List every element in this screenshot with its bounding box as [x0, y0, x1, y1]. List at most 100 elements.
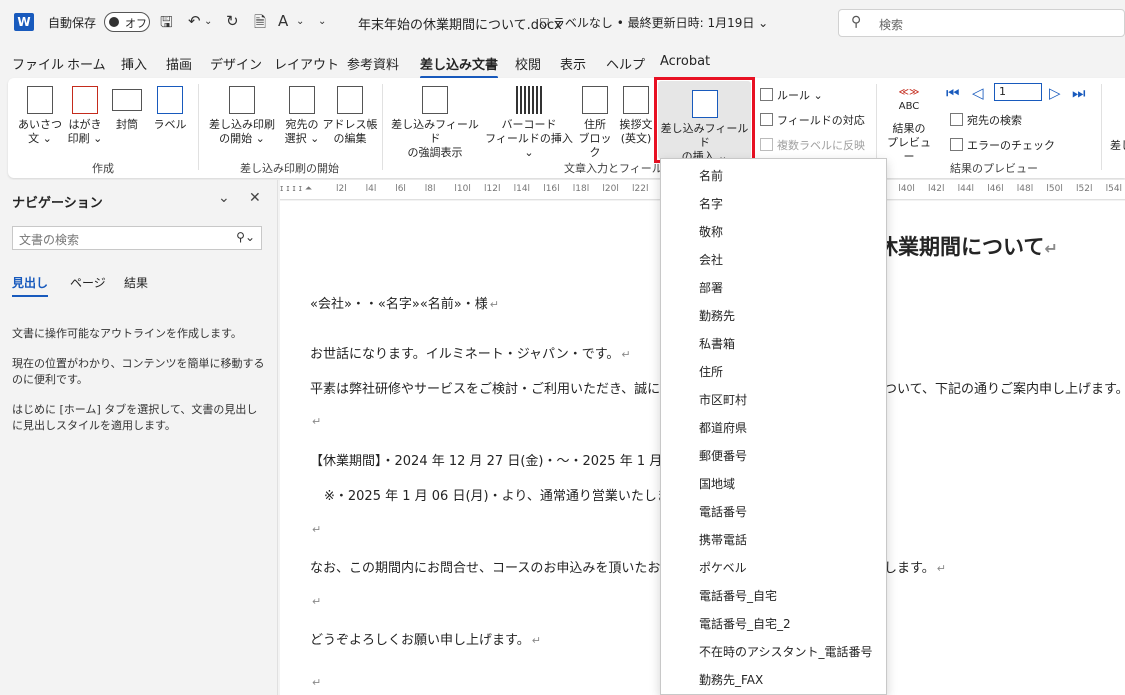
save-icon[interactable]: 🖫 [160, 12, 173, 37]
edit-recipient-list-button[interactable]: アドレス帳 の編集 [322, 86, 378, 146]
ruler-tick: l8l [424, 184, 436, 194]
previous-record-icon[interactable]: ◁ [972, 84, 984, 102]
merge-field-item[interactable]: 国地域 [699, 475, 735, 492]
tab-acrobat[interactable]: Acrobat [660, 54, 710, 69]
next-record-icon[interactable]: ▷ [1049, 84, 1061, 102]
tab-layout[interactable]: レイアウト [274, 54, 339, 73]
greeting-line-button[interactable]: 挨拶文 (英文) [614, 86, 658, 146]
tab-home[interactable]: ホーム [67, 54, 106, 73]
start-mail-merge-label: 差し込み印刷 の開始 ⌄ [209, 118, 275, 145]
record-number-input[interactable]: 1 [994, 83, 1042, 101]
navigation-title: ナビゲーション [12, 196, 103, 211]
doc-line-inquiry-end: します。 ↵ [884, 557, 946, 576]
merge-field-item[interactable]: 不在時のアシスタント_電話番号 [699, 643, 873, 660]
merge-field-item[interactable]: 名前 [699, 167, 723, 184]
tab-view[interactable]: 表示 [560, 54, 586, 73]
nav-tab-results[interactable]: 結果 [124, 274, 148, 291]
doc-line-resume: ※・2025 年 1 月 06 日(月)・より、通常通り営業いたします。↵ [324, 485, 706, 504]
undo-icon[interactable]: ↶ [188, 12, 201, 30]
merge-field-item[interactable]: 市区町村 [699, 391, 747, 408]
merge-field-item[interactable]: 会社 [699, 251, 723, 268]
tab-mailings[interactable]: 差し込み文書 [420, 54, 499, 79]
ruler-tick: l18l [572, 184, 590, 194]
document-title[interactable]: 年末年始の休業期間について.docx [358, 14, 562, 33]
address-block-label: 住所 ブロック [578, 118, 612, 159]
postcard-print-button[interactable]: はがき 印刷 ⌄ [64, 86, 106, 146]
doc-empty-line: ↵ [310, 594, 321, 609]
doc-empty-line: ↵ [310, 414, 321, 429]
font-color-dropdown-icon[interactable]: ⌄ [296, 16, 304, 27]
address-block-button[interactable]: 住所 ブロック [576, 86, 614, 160]
redo-icon[interactable]: ↻ [226, 12, 239, 30]
ruler-tick: l4l [365, 184, 377, 194]
merge-field-item[interactable]: 都道府県 [699, 419, 747, 436]
select-recipients-button[interactable]: 宛先の 選択 ⌄ [280, 86, 324, 146]
merge-field-item[interactable]: 名字 [699, 195, 723, 212]
doc-line-text: なお、この期間内にお問合せ、コースのお申込みを頂いたお客様に [310, 561, 700, 576]
envelope-label: 封筒 [116, 118, 138, 131]
finish-merge-partial[interactable]: 差し [1110, 137, 1125, 153]
envelope-button[interactable]: 封筒 [108, 86, 146, 132]
preview-results-button[interactable]: ≪≫ ABC 結果の プレビュー [882, 86, 936, 164]
tab-file[interactable]: ファイル [12, 54, 64, 73]
tab-help[interactable]: ヘルプ [606, 54, 645, 73]
check-errors-button[interactable]: エラーのチェック [950, 137, 1055, 153]
highlight-merge-fields-button[interactable]: 差し込みフィールド の強調表示 [388, 86, 482, 160]
navigation-search-input[interactable]: 文書の検索 ⚲⌄ [12, 226, 262, 250]
tab-draw[interactable]: 描画 [166, 54, 192, 73]
merge-field-item[interactable]: 勤務先 [699, 307, 735, 324]
greeting-line-label: 挨拶文 (英文) [619, 118, 653, 145]
paragraph-mark: ↵ [312, 676, 322, 689]
tab-review[interactable]: 校閲 [515, 54, 541, 73]
find-recipient-button[interactable]: 宛先の検索 [950, 112, 1022, 128]
rules-label: ルール ⌄ [777, 89, 823, 102]
customize-qat-icon[interactable]: ⌄ [318, 16, 326, 27]
merge-field-item[interactable]: 電話番号_自宅 [699, 587, 777, 604]
merge-field-item[interactable]: 住所 [699, 363, 723, 380]
font-color-icon[interactable]: A [278, 12, 288, 30]
autosave-toggle[interactable]: オフ [104, 12, 150, 32]
tab-design[interactable]: デザイン [210, 54, 262, 73]
merge-field-item[interactable]: 電話番号_自宅_2 [699, 615, 791, 632]
search-box[interactable]: ⚲ 検索 [838, 9, 1125, 37]
ruler-tick: l46l [987, 184, 1004, 194]
merge-field-item[interactable]: 勤務先_FAX [699, 671, 763, 688]
doc-line-text: 平素は弊社研修やサービスをご検討・ご利用いただき、誠にありが [310, 382, 700, 397]
match-fields-button[interactable]: フィールドの対応 [760, 112, 865, 128]
greeting-card-button[interactable]: あいさつ 文 ⌄ [18, 86, 62, 146]
chevron-down-icon[interactable]: ⌄ [218, 190, 230, 206]
undo-dropdown-icon[interactable]: ⌄ [204, 16, 212, 27]
first-record-icon[interactable]: ⏮ [946, 84, 960, 102]
autosave-state: オフ [125, 17, 147, 30]
last-record-icon[interactable]: ⏭ [1072, 84, 1086, 102]
tab-references[interactable]: 参考資料 [347, 54, 399, 73]
rules-button[interactable]: ルール ⌄ [760, 87, 823, 103]
start-mail-merge-button[interactable]: 差し込み印刷 の開始 ⌄ [202, 86, 282, 146]
paragraph-mark: ↵ [489, 298, 499, 311]
ruler-tick: l16l [543, 184, 560, 194]
read-aloud-icon[interactable]: 🗎 [254, 12, 266, 37]
document-heading: 休業期間について↵ [877, 231, 1058, 261]
ribbon-tabs: ファイル ホーム 挿入 描画 デザイン レイアウト 参考資料 差し込み文書 校閲… [0, 48, 1125, 79]
merge-field-item[interactable]: ポケベル [699, 559, 747, 576]
nav-tab-headings[interactable]: 見出し [12, 274, 49, 297]
close-icon[interactable]: ✕ [249, 190, 261, 206]
sensitivity-and-date[interactable]: ⛉ ラベルなし • 最終更新日時: 1月19日 ⌄ [540, 14, 768, 31]
insert-barcode-field-button[interactable]: バーコード フィールドの挿入 ⌄ [480, 86, 578, 160]
ruler-tick: l10l [454, 184, 471, 194]
labels-button[interactable]: ラベル [148, 86, 192, 132]
merge-field-item[interactable]: 部署 [699, 279, 723, 296]
tab-insert[interactable]: 挿入 [121, 54, 147, 73]
nav-tab-pages[interactable]: ページ [70, 274, 106, 291]
merge-field-item[interactable]: 電話番号 [699, 503, 747, 520]
paragraph-mark: ↵ [312, 523, 322, 536]
highlight-merge-fields-icon [422, 86, 448, 114]
merge-field-item[interactable]: 携帯電話 [699, 531, 747, 548]
update-labels-button[interactable]: 複数ラベルに反映 [760, 137, 865, 153]
match-fields-icon [760, 113, 773, 126]
merge-field-item[interactable]: 私書箱 [699, 335, 735, 352]
merge-field-item[interactable]: 敬称 [699, 223, 723, 240]
ruler-tick: l2l [336, 184, 347, 194]
merge-field-item[interactable]: 郵便番号 [699, 447, 747, 464]
shield-icon: ⛉ [540, 16, 550, 30]
